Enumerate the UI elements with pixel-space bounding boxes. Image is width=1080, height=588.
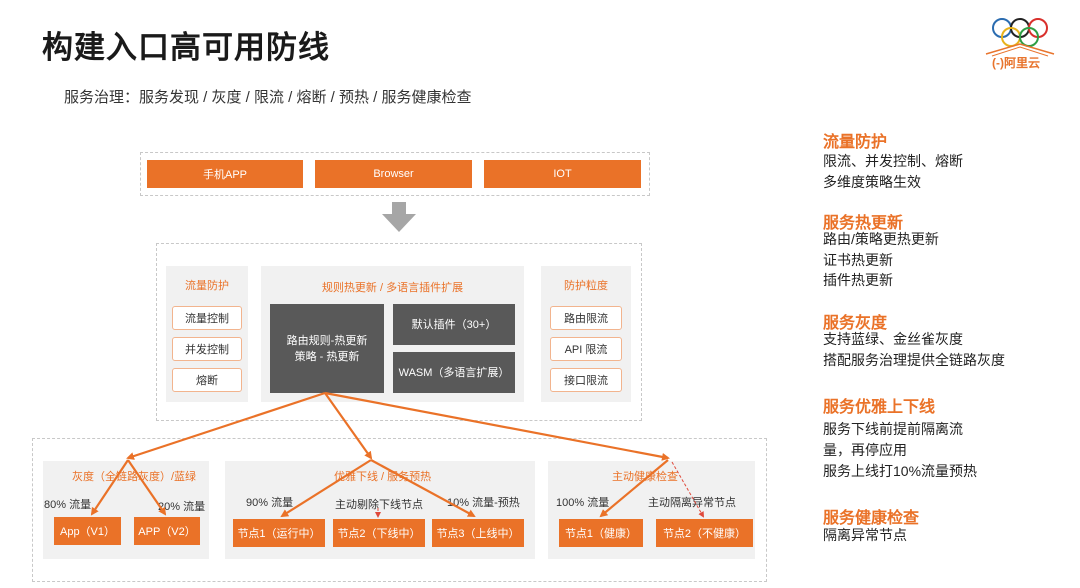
summary-line: 证书热更新	[823, 252, 893, 268]
traffic-protection-title: 流量防护	[185, 280, 229, 292]
gray-release-title: 灰度（全链路灰度）/蓝绿	[72, 471, 197, 483]
summary-line: 插件热更新	[823, 272, 893, 288]
graceful-offline-title: 优雅下线 / 服务预热	[334, 471, 432, 483]
alibaba-cloud-logo: (-)阿里云	[980, 14, 1062, 72]
page-subtitle: 服务治理：服务发现 / 灰度 / 限流 / 熔断 / 预热 / 服务健康检查	[64, 89, 472, 106]
offline-node-1: 节点1（运行中）	[233, 519, 325, 547]
health-check-title: 主动健康检查	[612, 471, 678, 483]
traffic-protection-panel: 流量防护 流量控制 并发控制 熔断	[166, 266, 248, 402]
olympic-rings-icon	[985, 18, 1055, 57]
hot-update-panel: 规则热更新 / 多语言插件扩展 路由规则-热更新 策略 - 热更新 默认插件（3…	[261, 266, 524, 402]
offline-right-traffic-label: 10% 流量-预热	[447, 497, 520, 509]
app-v2-node: APP（V2）	[134, 517, 200, 545]
offline-left-traffic-label: 90% 流量	[246, 497, 294, 509]
client-iot: IOT	[484, 160, 641, 188]
route-rate-limit-item: 路由限流	[550, 306, 622, 330]
client-browser: Browser	[315, 160, 472, 188]
api-rate-limit-item: API 限流	[550, 337, 622, 361]
page-title: 构建入口高可用防线	[42, 30, 330, 65]
health-left-traffic-label: 100% 流量	[556, 497, 610, 509]
summary-line: 路由/策略更热更新	[823, 231, 939, 247]
summary-heading-traffic-protection: 流量防护	[823, 134, 888, 151]
circuit-breaker-item: 熔断	[172, 368, 242, 392]
summary-line: 多维度策略生效	[823, 174, 921, 190]
flow-control-item: 流量控制	[172, 306, 242, 330]
summary-line: 限流、并发控制、熔断	[823, 153, 963, 169]
summary-line: 服务上线打10%流量预热	[823, 463, 978, 479]
down-arrow-icon	[382, 202, 416, 232]
gray-left-traffic-label: 80% 流量	[44, 499, 92, 511]
offline-node-3: 节点3（上线中）	[432, 519, 524, 547]
summary-line: 搭配服务治理提供全链路灰度	[823, 352, 1005, 368]
app-v1-node: App（V1）	[54, 517, 121, 545]
client-mobile-app: 手机APP	[147, 160, 303, 188]
summary-line: 服务下线前提前隔离流	[823, 421, 963, 437]
unhealthy-node: 节点2（不健康）	[656, 519, 753, 547]
concurrency-control-item: 并发控制	[172, 337, 242, 361]
summary-heading-graceful-online-offline: 服务优雅上下线	[823, 399, 936, 416]
summary-line: 隔离异常节点	[823, 527, 907, 543]
hot-update-title: 规则热更新 / 多语言插件扩展	[321, 282, 464, 294]
summary-line: 量，再停应用	[823, 442, 907, 458]
protection-granularity-title: 防护粒度	[564, 280, 608, 292]
default-plugins-box: 默认插件（30+）	[393, 304, 515, 345]
wasm-plugin-box: WASM（多语言扩展）	[393, 352, 515, 393]
interface-rate-limit-item: 接口限流	[550, 368, 622, 392]
route-rule-hot-update-box: 路由规则-热更新 策略 - 热更新	[270, 304, 384, 393]
health-right-label: 主动隔离异常节点	[648, 497, 736, 509]
summary-line: 支持蓝绿、金丝雀灰度	[823, 331, 963, 347]
protection-granularity-panel: 防护粒度 路由限流 API 限流 接口限流	[541, 266, 631, 402]
offline-node-2: 节点2（下线中）	[333, 519, 425, 547]
logo-text: (-)阿里云	[992, 56, 1040, 70]
gray-right-traffic-label: 20% 流量	[158, 501, 206, 513]
healthy-node: 节点1（健康）	[559, 519, 643, 547]
offline-mid-label: 主动剔除下线节点	[335, 499, 423, 511]
